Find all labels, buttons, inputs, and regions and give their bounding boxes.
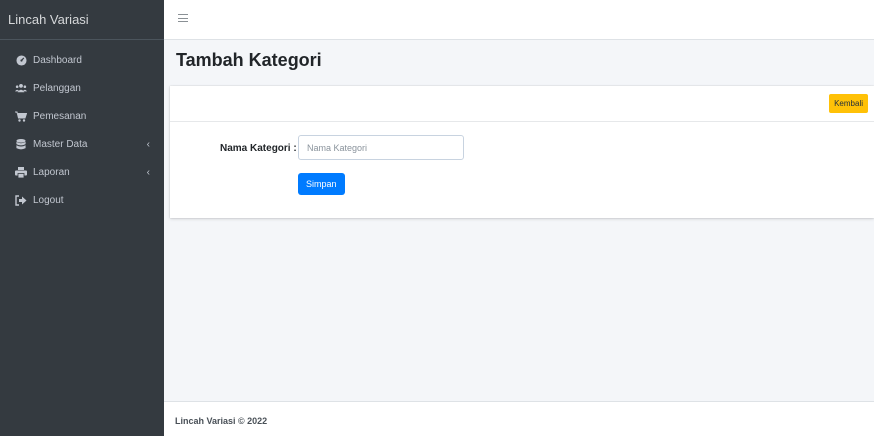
menu-toggle-icon[interactable] [178, 14, 188, 22]
sidebar: Lincah Variasi Dashboard Pelanggan Pemes… [0, 0, 164, 436]
sidebar-item-dashboard[interactable]: Dashboard [0, 46, 164, 74]
sidebar-nav: Dashboard Pelanggan Pemesanan Master Dat… [0, 40, 164, 214]
sidebar-item-label: Logout [33, 194, 64, 206]
sidebar-item-logout[interactable]: Logout [0, 186, 164, 214]
brand-name: Lincah Variasi [8, 12, 89, 27]
footer-copyright: Lincah Variasi © 2022 [175, 416, 268, 426]
brand-link[interactable]: Lincah Variasi [0, 0, 164, 40]
sidebar-item-label: Laporan [33, 166, 70, 178]
save-button[interactable]: Simpan [298, 173, 345, 195]
chevron-left-icon: ‹ [146, 167, 150, 178]
users-icon [15, 82, 27, 94]
database-icon [15, 138, 27, 150]
category-name-label: Nama Kategori : [220, 143, 297, 154]
chevron-left-icon: ‹ [146, 139, 150, 150]
back-button[interactable]: Kembali [829, 94, 868, 113]
sign-out-icon [15, 194, 27, 206]
footer: Lincah Variasi © 2022 [164, 401, 874, 436]
sidebar-item-pelanggan[interactable]: Pelanggan [0, 74, 164, 102]
sidebar-item-label: Pelanggan [33, 82, 81, 94]
sidebar-item-laporan[interactable]: Laporan ‹ [0, 158, 164, 186]
sidebar-item-pemesanan[interactable]: Pemesanan [0, 102, 164, 130]
sidebar-item-label: Master Data [33, 138, 88, 150]
card-header: Kembali [170, 86, 874, 122]
page-title: Tambah Kategori [176, 50, 322, 70]
sidebar-item-label: Pemesanan [33, 110, 87, 122]
cart-icon [15, 110, 27, 122]
tachometer-icon [15, 54, 27, 66]
category-name-input[interactable] [298, 135, 464, 160]
form-card: Kembali Nama Kategori : Simpan [170, 86, 874, 218]
top-navbar [164, 0, 874, 40]
print-icon [15, 166, 27, 178]
sidebar-item-master-data[interactable]: Master Data ‹ [0, 130, 164, 158]
sidebar-item-label: Dashboard [33, 54, 82, 66]
